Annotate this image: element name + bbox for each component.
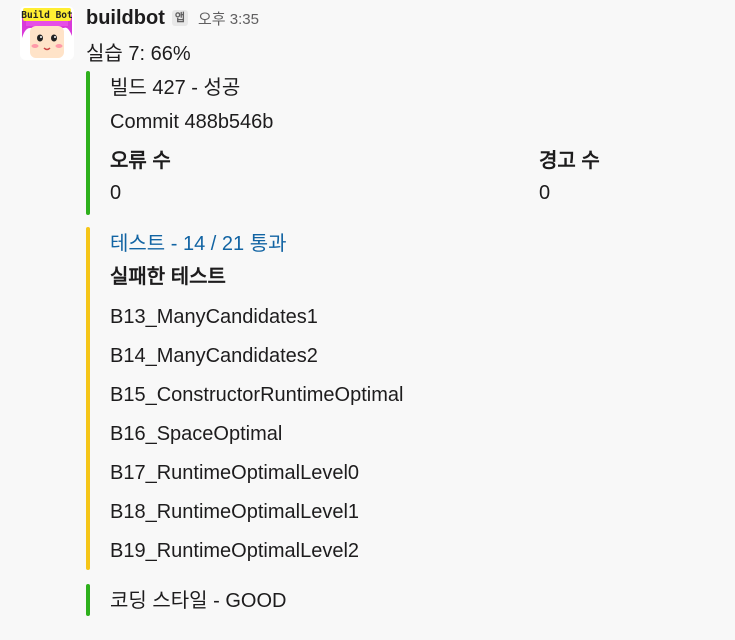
warnings-field-value: 0 <box>539 182 551 204</box>
tests-title-link[interactable]: 테스트 - 14 / 21 통과 <box>110 231 287 257</box>
avatar[interactable]: Build Bot <box>20 6 74 60</box>
failed-test-item: B16_SpaceOptimal <box>110 423 283 445</box>
tests-attachment: 테스트 - 14 / 21 통과 실패한 테스트 B13_ManyCandida… <box>86 227 686 570</box>
style-attachment: 코딩 스타일 - GOOD <box>86 584 686 616</box>
build-attachment: 빌드 427 - 성공 Commit 488b546b 오류 수 0 경고 수 … <box>86 71 686 215</box>
commit-text: Commit 488b546b <box>110 111 274 133</box>
failed-tests-heading: 실패한 테스트 <box>110 266 226 288</box>
svg-text:Build Bot: Build Bot <box>21 10 72 21</box>
build-title: 빌드 427 - 성공 <box>110 77 241 99</box>
tests-status-bar <box>86 227 90 570</box>
errors-field-value: 0 <box>110 182 122 204</box>
failed-test-item: B17_RuntimeOptimalLevel0 <box>110 462 360 484</box>
warnings-field-title: 경고 수 <box>539 150 600 172</box>
message-header: buildbot 앱 오후 3:35 <box>86 4 259 32</box>
timestamp[interactable]: 오후 3:35 <box>198 8 259 29</box>
build-status-bar <box>86 71 90 215</box>
failed-test-item: B13_ManyCandidates1 <box>110 306 318 328</box>
failed-test-item: B14_ManyCandidates2 <box>110 345 318 367</box>
failed-test-item: B19_RuntimeOptimalLevel2 <box>110 540 360 562</box>
buildbot-avatar-icon: Build Bot <box>20 6 74 60</box>
failed-test-item: B18_RuntimeOptimalLevel1 <box>110 501 360 523</box>
coding-style-text: 코딩 스타일 - GOOD <box>110 590 287 612</box>
message-text: 실습 7: 66% <box>86 43 191 65</box>
errors-field-title: 오류 수 <box>110 150 171 172</box>
style-status-bar <box>86 584 90 616</box>
failed-test-item: B15_ConstructorRuntimeOptimal <box>110 384 404 406</box>
app-badge: 앱 <box>171 10 188 26</box>
username[interactable]: buildbot <box>86 7 165 30</box>
